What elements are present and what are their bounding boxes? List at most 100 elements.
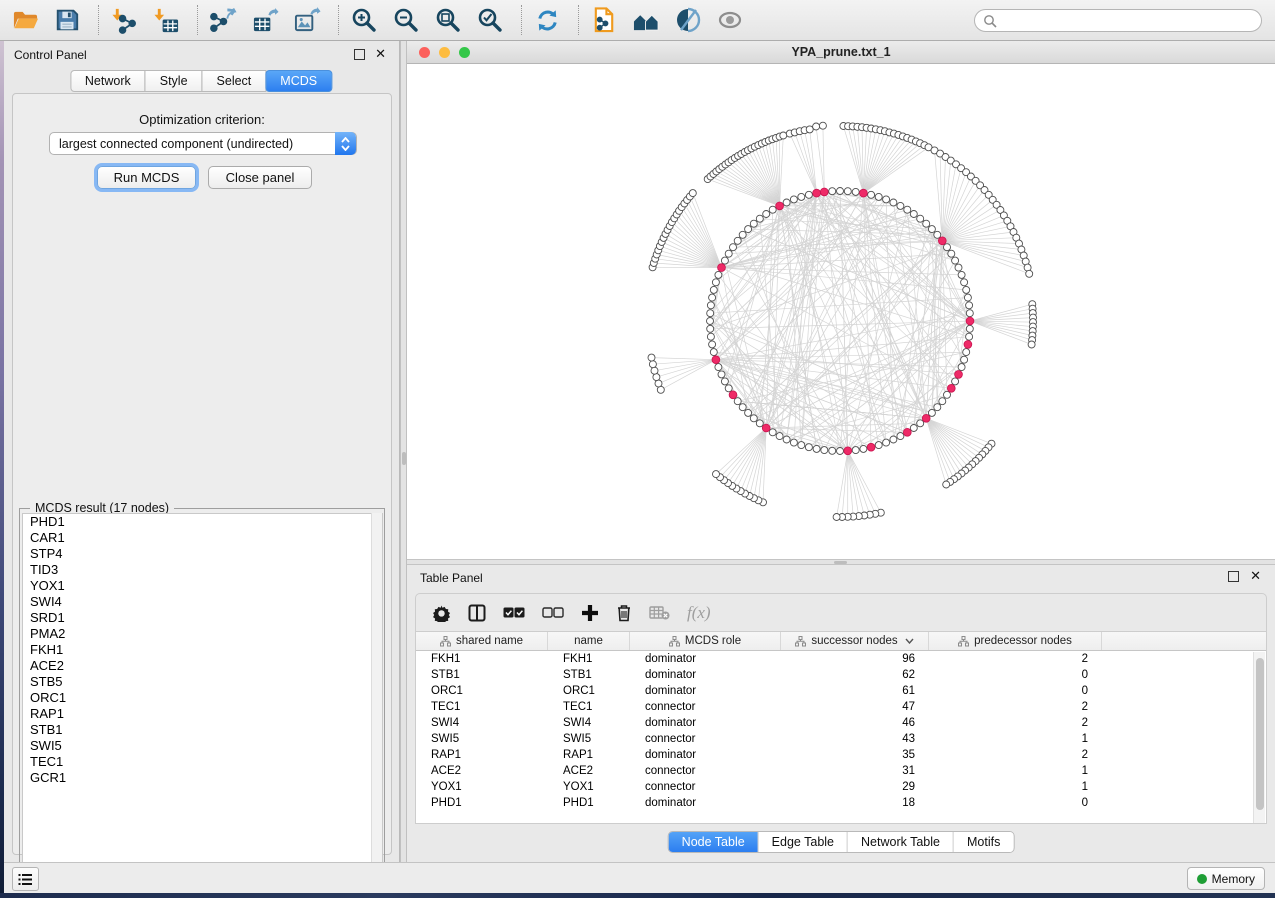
mcds-result-item[interactable]: STB5 [23,674,382,690]
column-header-MCDS-role[interactable]: MCDS role [630,632,781,650]
import-network-icon[interactable] [109,5,139,35]
table-cell[interactable]: 1 [929,779,1102,795]
table-cell[interactable]: connector [630,763,781,779]
table-cell[interactable]: SWI5 [416,731,548,747]
open-file-icon[interactable] [10,5,40,35]
table-cell[interactable]: 96 [781,651,929,667]
table-cell[interactable]: dominator [630,795,781,811]
show-panels-button[interactable] [12,867,39,891]
table-row[interactable]: PHD1PHD1dominator180 [416,795,1266,811]
mcds-result-item[interactable]: PHD1 [23,514,382,530]
table-cell[interactable]: connector [630,731,781,747]
table-cell[interactable]: STB1 [416,667,548,683]
table-cell[interactable]: dominator [630,715,781,731]
mcds-result-item[interactable]: SWI4 [23,594,382,610]
table-row[interactable]: YOX1YOX1connector291 [416,779,1266,795]
table-cell[interactable]: ORC1 [548,683,630,699]
export-network-icon[interactable] [208,5,238,35]
mcds-result-item[interactable]: GCR1 [23,770,382,786]
export-table-icon[interactable] [250,5,280,35]
table-cell[interactable]: 0 [929,795,1102,811]
table-cell[interactable]: 35 [781,747,929,763]
table-row[interactable]: SWI5SWI5connector431 [416,731,1266,747]
table-cell[interactable]: 43 [781,731,929,747]
table-cell[interactable]: 0 [929,683,1102,699]
table-cell[interactable]: 46 [781,715,929,731]
table-settings-gear-icon[interactable] [432,601,451,625]
table-cell[interactable]: TEC1 [416,699,548,715]
table-cell[interactable]: SWI4 [548,715,630,731]
tab-network[interactable]: Network [70,70,146,92]
table-cell[interactable]: TEC1 [548,699,630,715]
table-cell[interactable]: 61 [781,683,929,699]
table-row[interactable]: ACE2ACE2connector311 [416,763,1266,779]
export-image-icon[interactable] [292,5,322,35]
mcds-result-item[interactable]: ACE2 [23,658,382,674]
table-scrollbar[interactable] [1253,652,1265,824]
mcds-result-list[interactable]: PHD1CAR1STP4TID3YOX1SWI4SRD1PMA2FKH1ACE2… [22,513,383,875]
deselect-all-icon[interactable] [542,601,564,625]
table-cell[interactable]: FKH1 [548,651,630,667]
table-cell[interactable]: SWI5 [548,731,630,747]
tab-motifs[interactable]: Motifs [954,832,1013,852]
table-cell[interactable]: dominator [630,683,781,699]
mcds-result-item[interactable]: STB1 [23,722,382,738]
table-cell[interactable]: 1 [929,731,1102,747]
tab-edge-table[interactable]: Edge Table [759,832,848,852]
table-cell[interactable]: dominator [630,651,781,667]
mcds-result-item[interactable]: SRD1 [23,610,382,626]
table-row[interactable]: STB1STB1dominator620 [416,667,1266,683]
birds-eye-icon[interactable] [631,5,661,35]
zoom-selected-icon[interactable] [475,5,505,35]
table-cell[interactable]: 1 [929,763,1102,779]
table-scrollbar-thumb[interactable] [1256,658,1264,810]
table-cell[interactable]: 62 [781,667,929,683]
table-cell[interactable]: FKH1 [416,651,548,667]
vertical-splitter[interactable] [400,41,407,862]
float-panel-icon[interactable] [354,49,365,60]
table-row[interactable]: RAP1RAP1dominator352 [416,747,1266,763]
table-cell[interactable]: 2 [929,715,1102,731]
hide-graphics-icon[interactable] [673,5,703,35]
import-table-icon[interactable] [151,5,181,35]
column-header-shared-name[interactable]: shared name [416,632,548,650]
mcds-list-scrollbar[interactable] [371,513,382,875]
table-row[interactable]: FKH1FKH1dominator962 [416,651,1266,667]
run-mcds-button[interactable]: Run MCDS [97,166,196,189]
add-column-icon[interactable] [581,601,599,625]
delete-column-icon[interactable] [616,601,632,625]
table-cell[interactable]: 2 [929,651,1102,667]
table-cell[interactable]: PHD1 [416,795,548,811]
table-cell[interactable]: RAP1 [548,747,630,763]
column-header-successor-nodes[interactable]: successor nodes [781,632,929,650]
table-cell[interactable]: PHD1 [548,795,630,811]
mcds-result-item[interactable]: FKH1 [23,642,382,658]
tab-node-table[interactable]: Node Table [669,832,759,852]
mcds-result-item[interactable]: STP4 [23,546,382,562]
table-cell[interactable]: 0 [929,667,1102,683]
network-canvas[interactable] [407,64,1275,559]
select-all-icon[interactable] [503,601,525,625]
table-cell[interactable]: 2 [929,747,1102,763]
table-cell[interactable]: connector [630,699,781,715]
table-cell[interactable]: RAP1 [416,747,548,763]
table-cell[interactable]: YOX1 [416,779,548,795]
table-cell[interactable]: 2 [929,699,1102,715]
vertical-splitter-handle[interactable] [402,452,406,465]
memory-button[interactable]: Memory [1187,867,1265,890]
column-header-name[interactable]: name [548,632,630,650]
zoom-fit-icon[interactable] [433,5,463,35]
tab-style[interactable]: Style [145,70,203,92]
mcds-result-item[interactable]: SWI5 [23,738,382,754]
table-cell[interactable]: SWI4 [416,715,548,731]
search-input[interactable] [997,14,1261,28]
tab-network-table[interactable]: Network Table [848,832,954,852]
mcds-result-item[interactable]: YOX1 [23,578,382,594]
table-cell[interactable]: STB1 [548,667,630,683]
column-header-predecessor-nodes[interactable]: predecessor nodes [929,632,1102,650]
close-panel-button[interactable]: Close panel [208,166,312,189]
close-panel-icon[interactable]: ✕ [375,48,386,59]
table-cell[interactable]: YOX1 [548,779,630,795]
table-cell[interactable]: 18 [781,795,929,811]
eye-icon[interactable] [715,5,745,35]
